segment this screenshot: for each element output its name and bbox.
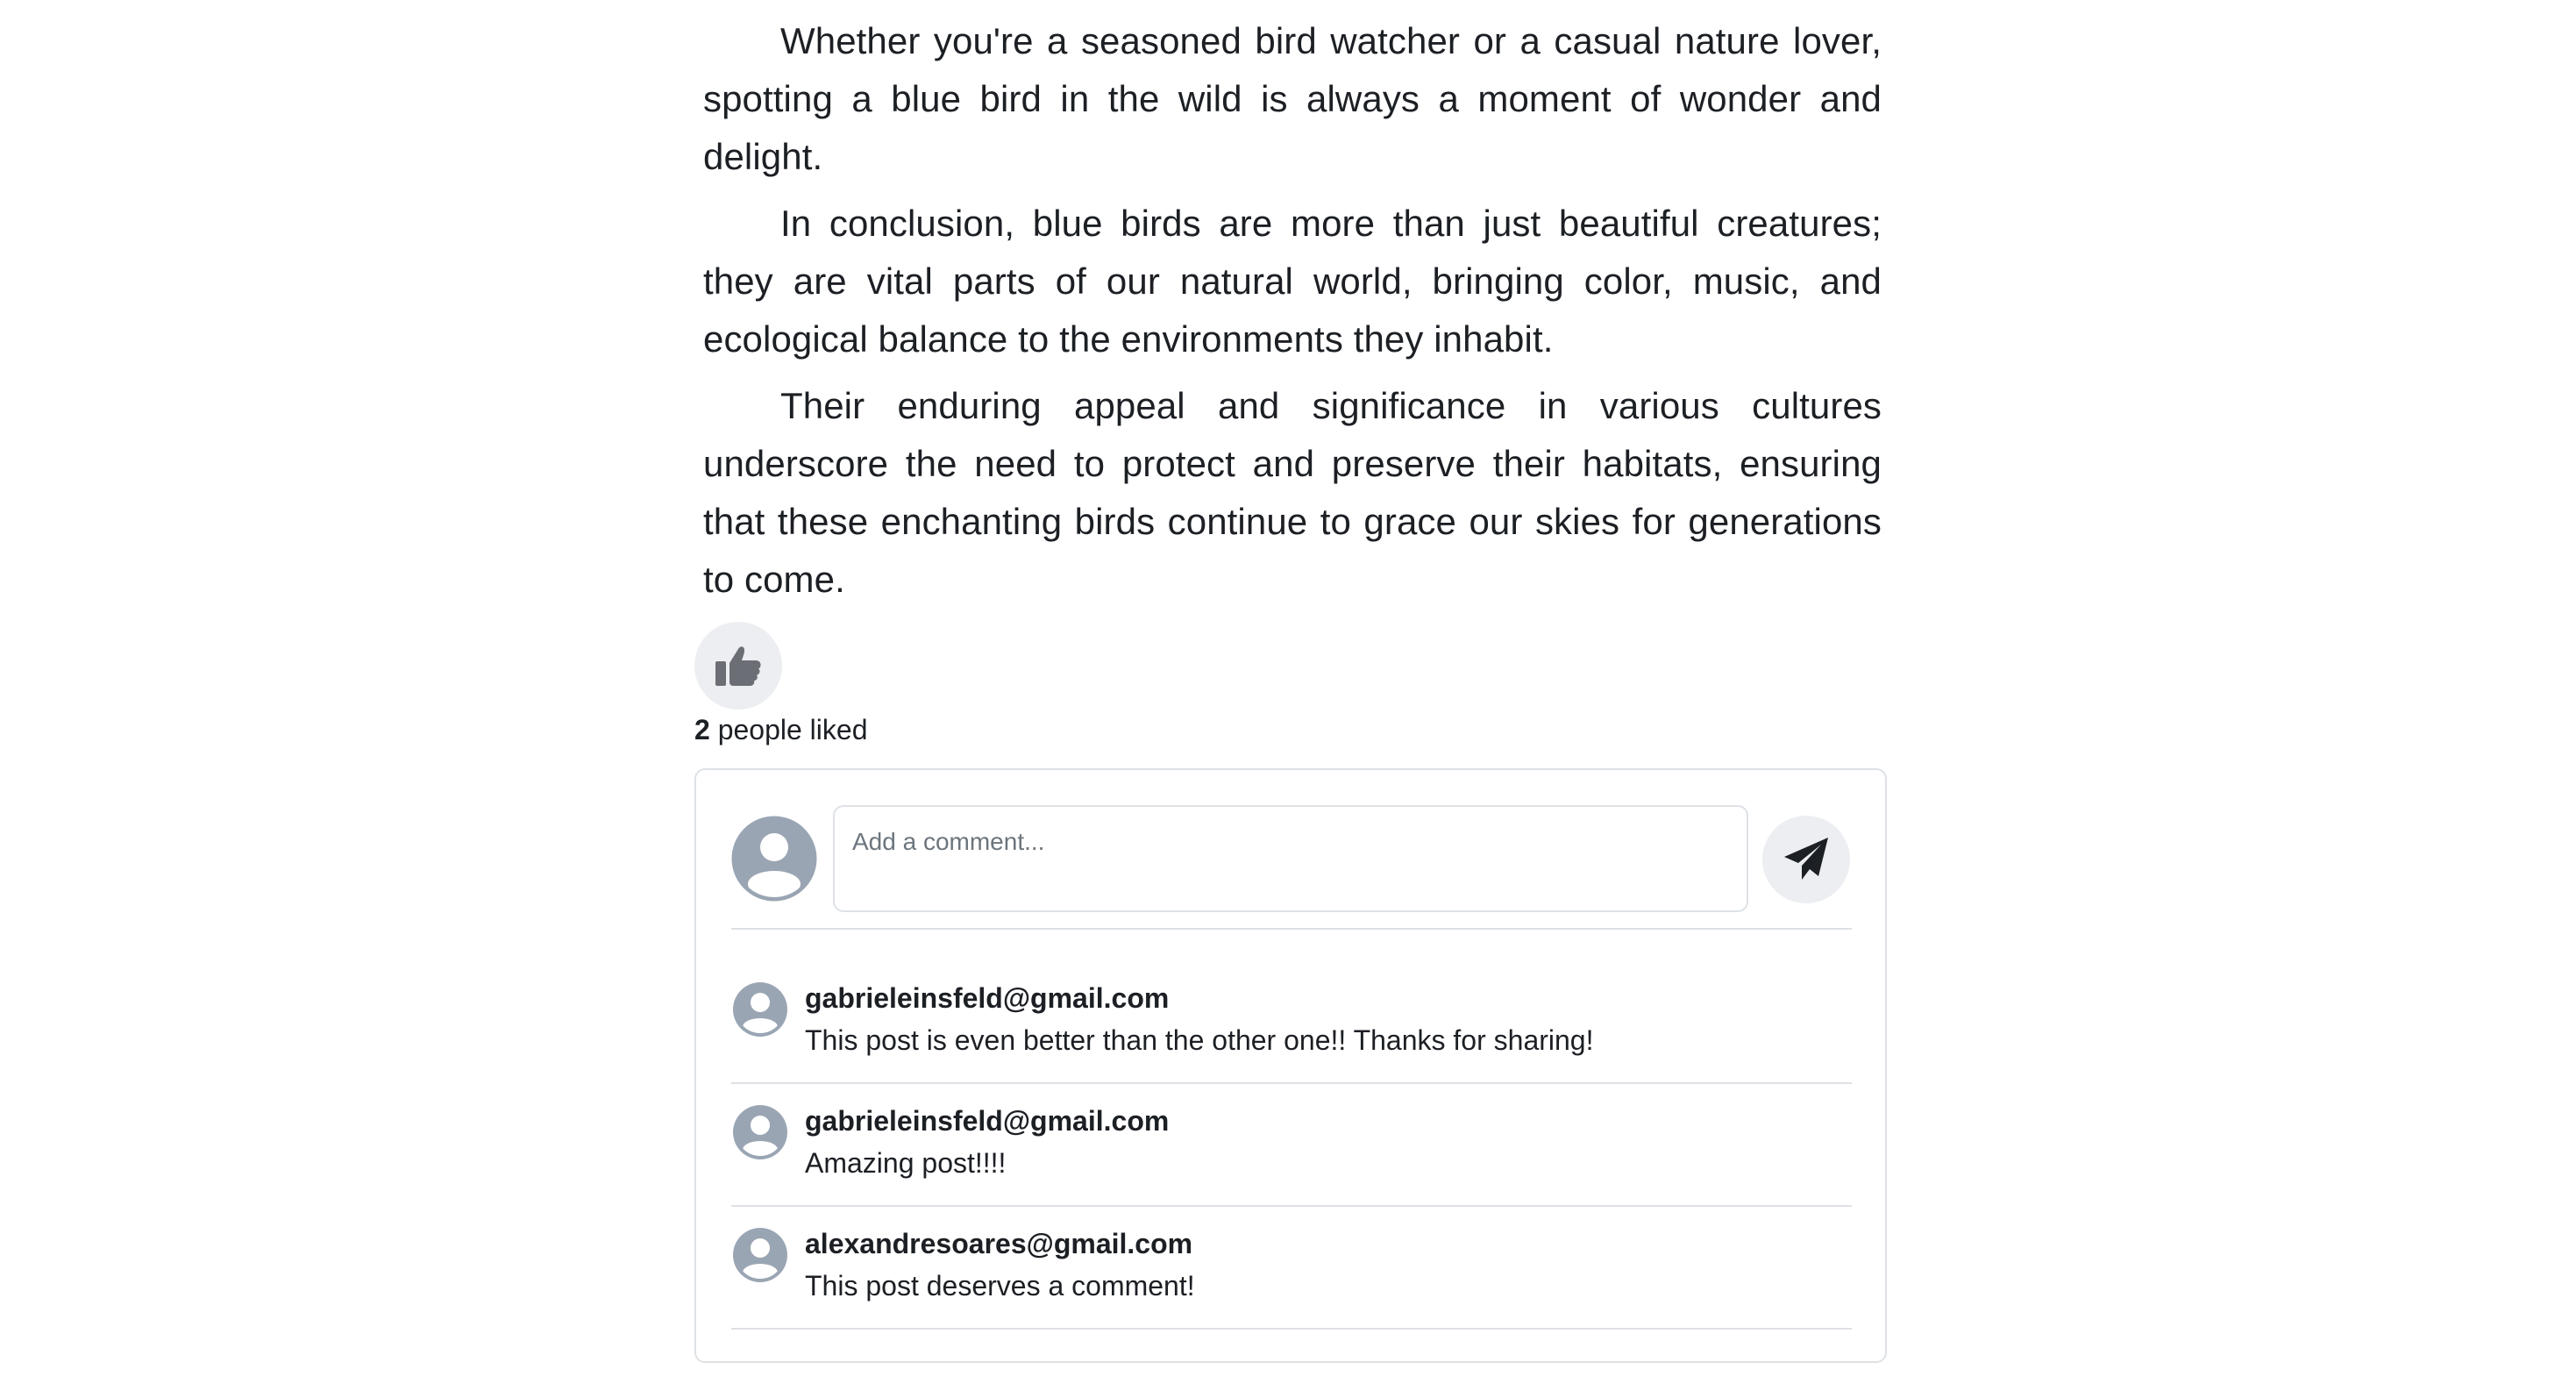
article-body: Whether you're a seasoned bird watcher o… [703, 12, 1882, 617]
article-paragraph: Whether you're a seasoned bird watcher o… [703, 20, 1882, 177]
article-paragraph: In conclusion, blue birds are more than … [703, 203, 1882, 360]
comment-text: Amazing post!!!! [805, 1147, 1007, 1179]
comment-author: gabrieleinsfeld@gmail.com [805, 1105, 1170, 1137]
user-avatar-icon [733, 1228, 787, 1282]
comment-input[interactable] [833, 805, 1748, 912]
likes-count: 2 [694, 714, 710, 745]
comments-section: gabrieleinsfeld@gmail.com This post is e… [694, 768, 1887, 1363]
comment-item: gabrieleinsfeld@gmail.com Amazing post!!… [731, 1084, 1852, 1207]
comment-item: alexandresoares@gmail.com This post dese… [731, 1207, 1852, 1330]
comment-item: gabrieleinsfeld@gmail.com This post is e… [731, 930, 1852, 1084]
send-comment-button[interactable] [1762, 816, 1850, 903]
like-button[interactable] [694, 622, 782, 710]
user-avatar-icon [731, 816, 817, 902]
paper-plane-icon [1784, 838, 1828, 880]
comment-list: gabrieleinsfeld@gmail.com This post is e… [731, 930, 1852, 1330]
comment-author: alexandresoares@gmail.com [805, 1228, 1193, 1259]
likes-count-text: 2 people liked [694, 710, 867, 749]
likes-label: people liked [709, 714, 868, 745]
user-avatar-icon [733, 1105, 787, 1159]
comment-text: This post deserves a comment! [805, 1270, 1195, 1302]
article-paragraph: Their enduring appeal and significance i… [703, 385, 1882, 600]
user-avatar-icon [733, 982, 787, 1037]
comment-author: gabrieleinsfeld@gmail.com [805, 982, 1170, 1014]
thumbs-up-icon [715, 646, 761, 686]
comment-text: This post is even better than the other … [805, 1024, 1594, 1056]
